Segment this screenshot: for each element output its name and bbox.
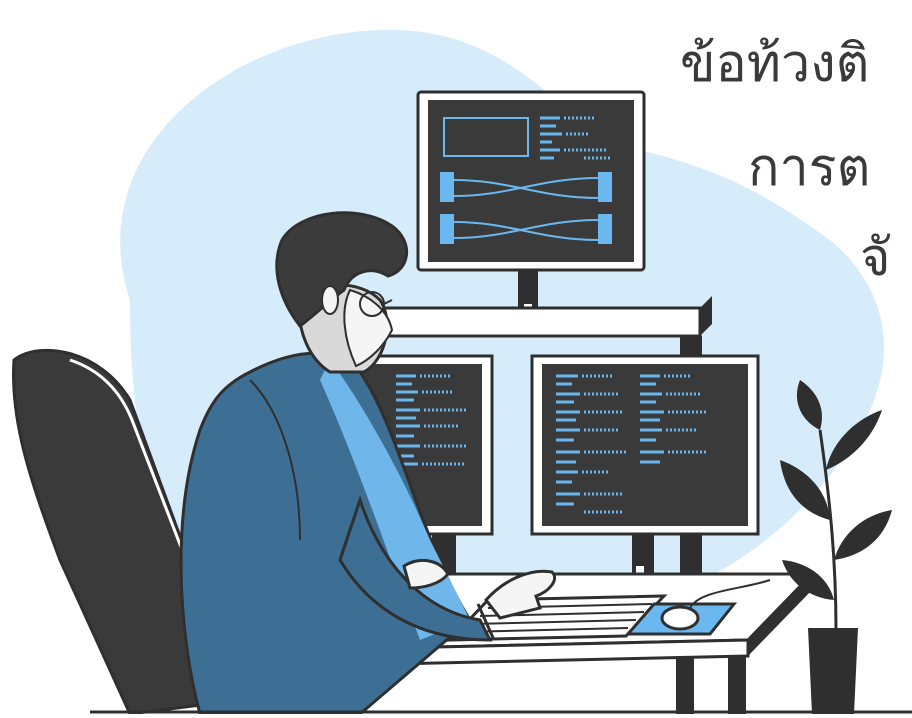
headline-line-2: การต	[748, 138, 871, 198]
workstation-illustration	[12, 29, 912, 716]
headline-line-3: จั	[860, 228, 891, 288]
illustration-canvas: ข้อท้วงติ การต จั	[0, 0, 912, 716]
headline-line-1: ข้อท้วงติ	[680, 34, 870, 94]
